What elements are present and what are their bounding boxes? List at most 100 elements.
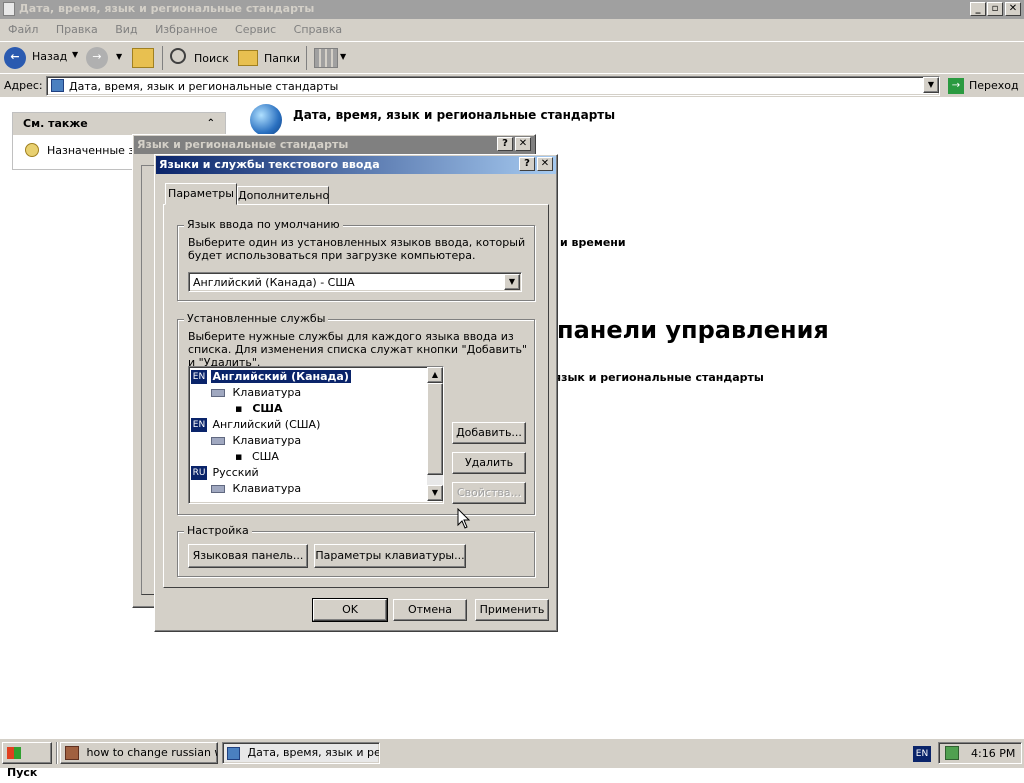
scroll-down-button[interactable]: ▼	[427, 485, 443, 501]
tree-item-label: Английский (Канада)	[210, 370, 351, 383]
installed-services-desc: Выберите нужные службы для каждого языка…	[188, 330, 528, 369]
mouse-cursor-icon	[457, 508, 471, 529]
address-dropdown-button[interactable]: ▼	[923, 77, 939, 93]
key-settings-button[interactable]: Параметры клавиатуры...	[314, 544, 466, 568]
regional-close-button[interactable]: ✕	[515, 137, 531, 151]
menu-bar: Файл Правка Вид Избранное Сервис Справка	[0, 19, 1024, 41]
tab-advanced-label: Дополнительно	[238, 189, 330, 202]
forward-dropdown-icon[interactable]: ▼	[116, 52, 122, 61]
installed-services-group-label: Установленные службы	[184, 312, 329, 325]
see-also-item[interactable]: Назначенные за	[47, 144, 141, 157]
folders-button[interactable]: Папки	[236, 46, 302, 70]
apply-button[interactable]: Применить	[475, 599, 549, 621]
add-button[interactable]: Добавить...	[452, 422, 526, 444]
remove-button[interactable]: Удалить	[452, 452, 526, 474]
globe-icon	[250, 104, 282, 136]
tree-item-en-canada[interactable]: EN Английский (Канада)	[191, 369, 351, 385]
clock[interactable]: 4:16 PM	[971, 747, 1015, 760]
main-fragment-panel: панели управления	[557, 316, 829, 344]
tree-item-label: Русский	[212, 466, 259, 479]
search-label: Поиск	[194, 52, 229, 65]
back-button[interactable]: ← Назад ▼	[4, 45, 82, 69]
maximize-button[interactable]: ▫	[987, 2, 1003, 16]
text-services-titlebar[interactable]: Языки и службы текстового ввода ? ✕	[156, 156, 556, 174]
windows-logo-icon	[7, 747, 21, 759]
tree-scrollbar[interactable]: ▲ ▼	[427, 367, 443, 501]
search-icon	[170, 48, 186, 64]
cancel-button[interactable]: Отмена	[393, 599, 467, 621]
menu-file[interactable]: Файл	[8, 23, 38, 36]
properties-button[interactable]: Свойства...	[452, 482, 526, 504]
main-heading: Дата, время, язык и региональные стандар…	[293, 108, 616, 122]
taskbar-task-browser[interactable]: how to change russian w...	[60, 742, 218, 764]
main-fragment-regional[interactable]: язык и региональные стандарты	[554, 371, 764, 384]
tree-item-label: Клавиатура	[232, 482, 302, 495]
close-button[interactable]: ✕	[1005, 2, 1021, 16]
keyboard-icon	[211, 437, 225, 445]
tree-item-en-us[interactable]: EN Английский (США)	[191, 417, 322, 433]
tree-item-layout[interactable]: ▪ США	[235, 401, 283, 417]
tab-settings[interactable]: Параметры	[165, 183, 237, 205]
text-services-help-button[interactable]: ?	[519, 157, 535, 171]
tab-settings-label: Параметры	[168, 187, 234, 200]
keyboard-icon	[211, 389, 225, 397]
window-titlebar[interactable]: Дата, время, язык и региональные стандар…	[0, 0, 1024, 19]
task-label: how to change russian w...	[86, 746, 218, 759]
see-also-header[interactable]: См. также ⌃	[13, 113, 225, 135]
up-folder-icon[interactable]	[132, 48, 154, 68]
scroll-thumb[interactable]	[427, 383, 443, 475]
default-language-select[interactable]: Английский (Канада) - США ▼	[188, 272, 522, 292]
address-value: Дата, время, язык и региональные стандар…	[69, 80, 339, 93]
tree-item-label: Клавиатура	[232, 386, 302, 399]
toolbar: ← Назад ▼ → ▼ Поиск Папки ▼	[0, 41, 1024, 73]
tree-item-keyboard[interactable]: Клавиатура	[211, 481, 301, 497]
menu-favorites[interactable]: Избранное	[155, 23, 217, 36]
menu-tools[interactable]: Сервис	[235, 23, 276, 36]
tree-item-label: США	[251, 450, 279, 463]
go-label: Переход	[969, 79, 1019, 92]
go-arrow-icon: →	[948, 78, 964, 94]
taskbar-task-control-panel[interactable]: Дата, время, язык и ре...	[222, 742, 380, 764]
language-bar-button[interactable]: Языковая панель...	[188, 544, 308, 568]
lang-badge: EN	[191, 418, 207, 432]
bullet-icon: ▪	[235, 402, 243, 415]
minimize-button[interactable]: _	[970, 2, 986, 16]
network-icon[interactable]	[945, 746, 959, 760]
back-dropdown-icon: ▼	[72, 50, 79, 59]
regional-help-button[interactable]: ?	[497, 137, 513, 151]
views-dropdown-icon[interactable]: ▼	[340, 52, 346, 61]
text-services-title: Языки и службы текстового ввода	[159, 158, 380, 171]
tree-item-ru[interactable]: RU Русский	[191, 465, 261, 481]
menu-help[interactable]: Справка	[294, 23, 342, 36]
tree-item-layout[interactable]: ▪ США	[235, 449, 279, 465]
search-button[interactable]: Поиск	[168, 46, 230, 70]
default-language-dropdown-button[interactable]: ▼	[504, 274, 520, 290]
control-panel-icon	[227, 746, 240, 760]
text-services-close-button[interactable]: ✕	[537, 157, 553, 171]
views-icon[interactable]	[314, 48, 338, 68]
language-indicator[interactable]: EN	[913, 746, 931, 762]
tab-advanced[interactable]: Дополнительно	[237, 186, 329, 205]
regional-dialog-titlebar[interactable]: Язык и региональные стандарты ? ✕	[134, 136, 534, 154]
default-language-desc: Выберите один из установленных языков вв…	[188, 236, 526, 262]
taskbar-separator	[56, 742, 58, 764]
menu-view[interactable]: Вид	[115, 23, 137, 36]
address-input[interactable]: Дата, время, язык и региональные стандар…	[46, 76, 940, 96]
menu-edit[interactable]: Правка	[56, 23, 98, 36]
forward-arrow-icon[interactable]: →	[86, 47, 108, 69]
collapse-icon[interactable]: ⌃	[207, 113, 215, 135]
main-fragment-time: и времени	[560, 236, 626, 249]
default-language-value: Английский (Канада) - США	[193, 276, 355, 289]
tree-item-keyboard[interactable]: Клавиатура	[211, 433, 301, 449]
services-tree[interactable]: EN Английский (Канада) Клавиатура ▪ США …	[188, 366, 444, 504]
ok-button[interactable]: OK	[312, 598, 388, 622]
scroll-up-button[interactable]: ▲	[427, 367, 443, 383]
preferences-group-label: Настройка	[184, 524, 252, 537]
regional-dialog-title: Язык и региональные стандарты	[137, 138, 349, 151]
see-also-title: См. также	[23, 117, 88, 130]
tree-item-keyboard[interactable]: Клавиатура	[211, 385, 301, 401]
go-button[interactable]: → Переход	[944, 76, 1022, 96]
window-title: Дата, время, язык и региональные стандар…	[19, 2, 315, 15]
default-language-group-label: Язык ввода по умолчанию	[184, 218, 343, 231]
start-button[interactable]: Пуск	[2, 742, 52, 779]
